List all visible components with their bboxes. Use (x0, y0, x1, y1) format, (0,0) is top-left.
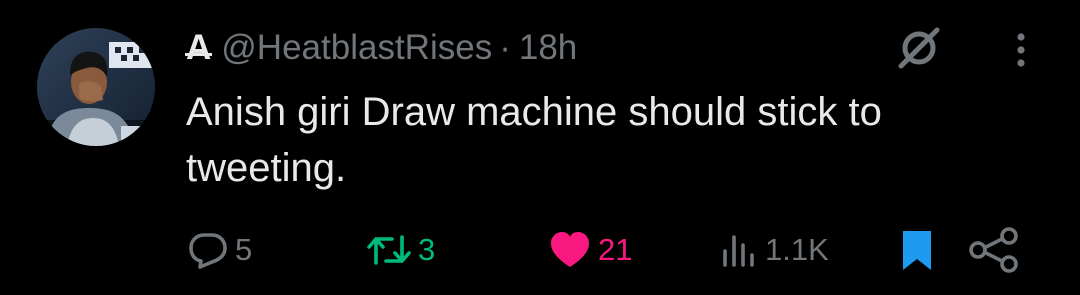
repost-count: 3 (418, 232, 436, 267)
more-icon[interactable] (1006, 28, 1036, 72)
tweet-card[interactable]: A @HeatblastRises · 18h Anish giri Draw … (0, 0, 1080, 295)
like-button[interactable]: 21 (548, 222, 632, 278)
reply-button[interactable]: 5 (187, 222, 252, 278)
views-button[interactable]: 1.1K (719, 222, 829, 278)
grok-icon[interactable] (893, 22, 945, 74)
reply-icon (189, 233, 227, 269)
views-count: 1.1K (765, 232, 829, 267)
avatar-image (37, 28, 155, 146)
tweet-header: A @HeatblastRises · 18h (184, 26, 577, 70)
views-icon (723, 235, 754, 267)
author-handle[interactable]: @HeatblastRises (221, 26, 492, 70)
author-display-name[interactable]: A (184, 26, 213, 70)
tweet-action-bar: 5 3 21 1.1K (0, 222, 1080, 278)
avatar[interactable] (37, 28, 155, 146)
tweet-timestamp[interactable]: 18h (519, 26, 577, 70)
share-icon (969, 227, 1018, 273)
header-separator: · (499, 28, 511, 67)
heart-icon (551, 232, 589, 267)
bookmark-button[interactable] (897, 222, 937, 278)
share-button[interactable] (965, 222, 1023, 278)
repost-button[interactable]: 3 (366, 222, 435, 278)
tweet-text: Anish giri Draw machine should stick to … (186, 90, 882, 190)
reply-count: 5 (235, 232, 253, 267)
bookmark-icon (903, 231, 931, 270)
repost-icon (367, 235, 411, 265)
like-count: 21 (598, 232, 633, 267)
